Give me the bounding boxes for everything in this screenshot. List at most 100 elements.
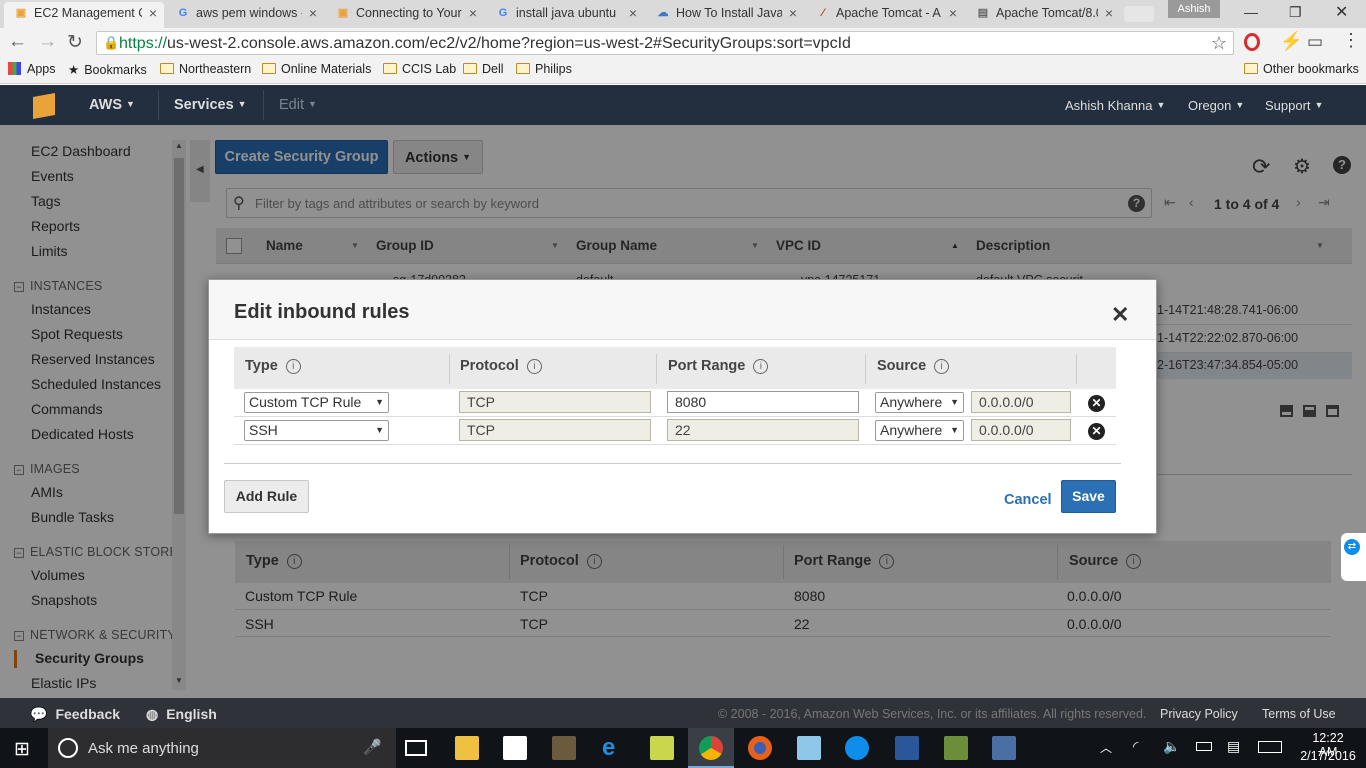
battery-icon[interactable] bbox=[1196, 742, 1212, 751]
cast-icon[interactable]: ▭ bbox=[1307, 32, 1323, 52]
remove-rule-icon[interactable]: ✕ bbox=[1088, 395, 1105, 412]
close-icon[interactable]: × bbox=[149, 2, 157, 24]
save-button[interactable]: Save bbox=[1061, 480, 1116, 513]
bookmark-online-materials[interactable]: Online Materials bbox=[262, 62, 371, 76]
feedback-link[interactable]: 💬 Feedback bbox=[30, 706, 120, 723]
profile-badge[interactable]: Ashish bbox=[1168, 0, 1220, 18]
user-menu[interactable]: Ashish Khanna ▼ bbox=[1065, 98, 1165, 113]
services-menu[interactable]: Services ▼ bbox=[174, 97, 247, 113]
minimize-icon[interactable]: — bbox=[1244, 4, 1258, 20]
info-icon[interactable]: i bbox=[753, 359, 769, 374]
bookmark-philips[interactable]: Philips bbox=[516, 62, 572, 76]
microphone-icon[interactable]: 🎤 bbox=[363, 738, 382, 756]
remove-rule-icon[interactable]: ✕ bbox=[1088, 423, 1105, 440]
putty-icon[interactable] bbox=[992, 736, 1016, 760]
bookmark-other[interactable]: Other bookmarks bbox=[1244, 62, 1359, 76]
tab-install-java[interactable]: G install java ubuntu × bbox=[486, 2, 644, 28]
chevron-up-icon[interactable]: ︿ bbox=[1100, 739, 1112, 756]
divider bbox=[865, 354, 866, 384]
firefox-icon[interactable] bbox=[748, 736, 772, 760]
terms-of-use-link[interactable]: Terms of Use bbox=[1262, 707, 1336, 721]
close-icon[interactable]: × bbox=[469, 2, 477, 24]
info-icon[interactable]: i bbox=[526, 359, 542, 374]
tab-apache-tomcat[interactable]: ⁄ Apache Tomcat - A × bbox=[806, 2, 964, 28]
rule-type-select[interactable]: Custom TCP Rule ▼ bbox=[244, 392, 389, 413]
store-icon[interactable] bbox=[503, 736, 527, 760]
language-selector[interactable]: ◍ English bbox=[146, 706, 217, 723]
task-view-icon[interactable] bbox=[405, 740, 427, 756]
notepad-icon[interactable] bbox=[797, 736, 821, 760]
file-explorer-icon[interactable] bbox=[455, 736, 479, 760]
rule-source-cidr-field[interactable]: 0.0.0.0/0 bbox=[971, 419, 1071, 441]
copyright-text: © 2008 - 2016, Amazon Web Services, Inc.… bbox=[718, 707, 1147, 721]
chrome-taskbar-active[interactable] bbox=[688, 728, 734, 768]
bookmark-bookmarks[interactable]: ★ Bookmarks bbox=[68, 62, 147, 77]
info-icon[interactable]: i bbox=[285, 359, 301, 374]
bookmark-ccis-lab[interactable]: CCIS Lab bbox=[383, 62, 456, 76]
reload-icon[interactable]: ↻ bbox=[67, 31, 83, 54]
word-icon[interactable] bbox=[895, 736, 919, 760]
rule-type-select[interactable]: SSH ▼ bbox=[244, 420, 389, 441]
search-placeholder: Ask me anything bbox=[88, 740, 199, 757]
rules-column-source: Source i bbox=[877, 358, 950, 374]
url-text: https://us-west-2.console.aws.amazon.com… bbox=[119, 35, 851, 52]
cancel-link[interactable]: Cancel bbox=[1004, 492, 1052, 508]
notifications-icon[interactable]: ▤ bbox=[1227, 738, 1240, 755]
volume-icon[interactable]: 🔈 bbox=[1163, 738, 1180, 755]
privacy-policy-link[interactable]: Privacy Policy bbox=[1160, 707, 1238, 721]
tab-connecting[interactable]: ▣ Connecting to Your × bbox=[326, 2, 484, 28]
forward-icon[interactable]: → bbox=[38, 31, 57, 53]
rule-port-input[interactable]: 22 bbox=[667, 419, 859, 441]
info-icon[interactable]: i bbox=[934, 359, 950, 374]
close-icon[interactable]: × bbox=[789, 2, 797, 24]
lightning-extension-icon[interactable]: ⚡ bbox=[1280, 31, 1302, 52]
add-rule-button[interactable]: Add Rule bbox=[224, 480, 309, 513]
region-menu[interactable]: Oregon ▼ bbox=[1188, 98, 1244, 113]
folder-app-icon[interactable] bbox=[650, 736, 674, 760]
star-icon[interactable]: ☆ bbox=[1211, 33, 1227, 54]
clock-date[interactable]: 2/17/2016 bbox=[1300, 749, 1356, 763]
rule-port-input[interactable]: 8080 bbox=[667, 391, 859, 413]
new-tab-button[interactable] bbox=[1124, 6, 1154, 22]
teamviewer-tab[interactable]: ⇄ bbox=[1341, 533, 1366, 581]
putty-gen-icon[interactable] bbox=[944, 736, 968, 760]
rule-source-cidr-field[interactable]: 0.0.0.0/0 bbox=[971, 391, 1071, 413]
tab-aws-pem-windows[interactable]: G aws pem windows - × bbox=[166, 2, 324, 28]
sublime-icon[interactable] bbox=[552, 736, 576, 760]
close-icon[interactable]: × bbox=[1105, 2, 1113, 24]
bookmark-northeastern[interactable]: Northeastern bbox=[160, 62, 251, 76]
tab-apache-tomcat-8[interactable]: ▤ Apache Tomcat/8.0 × bbox=[966, 2, 1120, 28]
menu-icon[interactable]: ⋮ bbox=[1342, 30, 1360, 51]
rule-source-select[interactable]: Anywhere ▼ bbox=[875, 420, 964, 441]
close-icon[interactable]: ✕ bbox=[1111, 302, 1129, 328]
tab-how-to-install-java[interactable]: ☁ How To Install Java × bbox=[646, 2, 804, 28]
window-close-icon[interactable]: ✕ bbox=[1335, 2, 1348, 22]
opera-extension-icon[interactable] bbox=[1244, 33, 1260, 51]
edge-icon[interactable]: e bbox=[602, 734, 615, 762]
google-icon: G bbox=[178, 7, 188, 19]
teamviewer-icon[interactable] bbox=[845, 736, 869, 760]
chrome-icon bbox=[699, 736, 723, 760]
address-bar[interactable]: 🔒 https://us-west-2.console.aws.amazon.c… bbox=[96, 31, 1234, 55]
windows-start-icon[interactable]: ⊞ bbox=[14, 738, 30, 761]
apps-icon bbox=[8, 62, 21, 75]
dropdown-arrow-icon: ▼ bbox=[950, 425, 959, 435]
bookmark-dell[interactable]: Dell bbox=[463, 62, 504, 76]
close-icon[interactable]: × bbox=[309, 2, 317, 24]
cortana-search-box[interactable]: Ask me anything 🎤 bbox=[48, 728, 396, 768]
keyboard-icon[interactable] bbox=[1258, 741, 1282, 753]
aws-menu[interactable]: AWS ▼ bbox=[89, 97, 135, 113]
close-icon[interactable]: × bbox=[949, 2, 957, 24]
divider bbox=[263, 90, 264, 120]
rule-protocol-field: TCP bbox=[459, 419, 651, 441]
restore-icon[interactable]: ❐ bbox=[1289, 4, 1302, 21]
wifi-icon[interactable]: ◜ bbox=[1133, 738, 1138, 755]
support-menu[interactable]: Support ▼ bbox=[1265, 98, 1323, 113]
aws-cube-icon[interactable] bbox=[33, 93, 55, 119]
close-icon[interactable]: × bbox=[629, 2, 637, 24]
bookmark-apps[interactable]: Apps bbox=[8, 62, 56, 76]
tab-ec2-management[interactable]: ▣ EC2 Management C × bbox=[4, 2, 164, 28]
rule-source-select[interactable]: Anywhere ▼ bbox=[875, 392, 964, 413]
back-icon[interactable]: ← bbox=[8, 31, 27, 53]
edit-menu[interactable]: Edit ▼ bbox=[279, 97, 317, 113]
